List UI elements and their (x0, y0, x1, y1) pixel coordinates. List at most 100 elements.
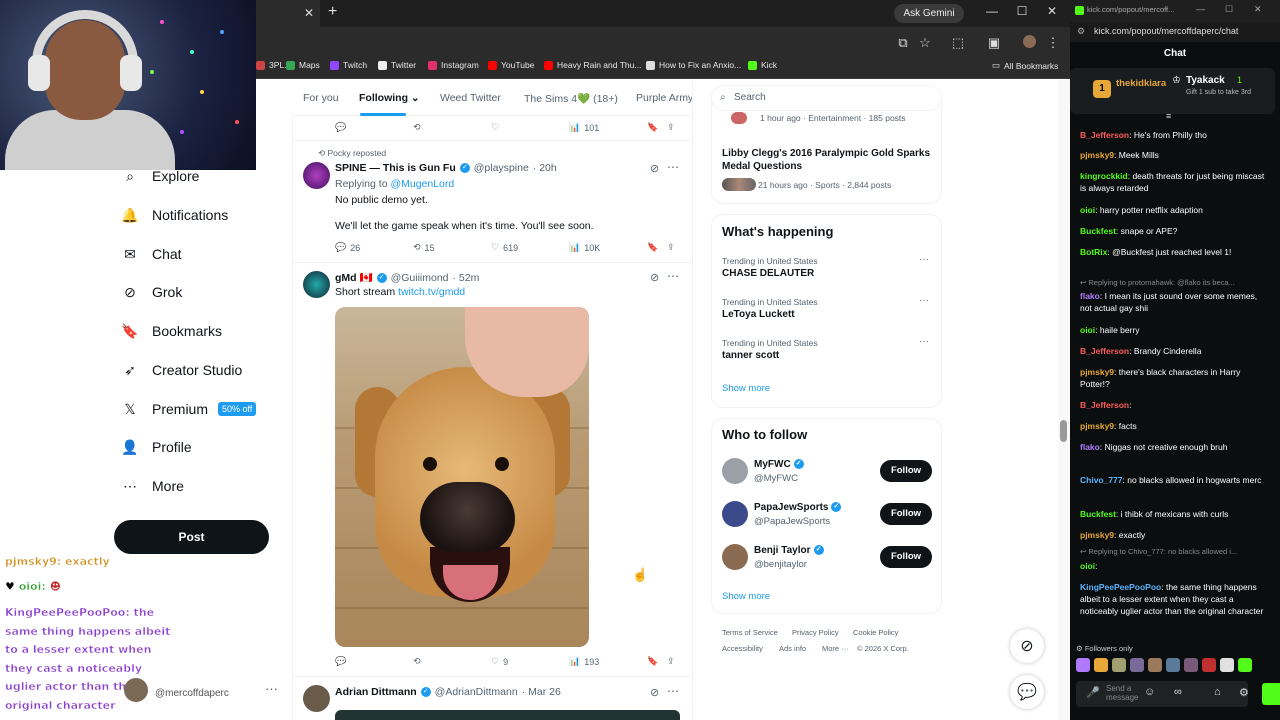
grok-icon[interactable]: ⊘ (650, 162, 659, 175)
ask-gemini-button[interactable]: Ask Gemini (894, 4, 964, 23)
chat-username[interactable]: pjmsky9 (1080, 421, 1114, 431)
nav-item-more[interactable]: ⋯ More (122, 478, 184, 495)
account-menu-icon[interactable]: ··· (265, 681, 278, 696)
repost-button[interactable]: ⟲ (413, 656, 421, 667)
reply-button[interactable]: 💬 (335, 656, 346, 667)
bookmark-item[interactable]: Twitter (378, 60, 416, 70)
tweet-author-name[interactable]: gMd 🇨🇦 (335, 271, 373, 284)
follow-handle[interactable]: @PapaJewSports (754, 516, 830, 527)
tweet-time[interactable]: · Mar 26 (522, 686, 561, 698)
bookmark-item[interactable]: YouTube (488, 60, 534, 70)
chat-username[interactable]: oioi (1080, 325, 1095, 335)
tweet-media[interactable] (335, 710, 680, 720)
chat-username[interactable]: Chivo_777 (1080, 475, 1123, 485)
trend-name[interactable]: LeToya Luckett (722, 309, 795, 320)
tab-weed-twitter[interactable]: Weed Twitter (440, 92, 501, 104)
tab-for-you[interactable]: For you (303, 92, 339, 104)
gift-sub-prompt[interactable]: Gift 1 sub to take 3rd (1186, 89, 1258, 97)
like-button[interactable]: ♡ 9 (491, 656, 508, 667)
grok-icon[interactable]: ⊘ (650, 271, 659, 284)
kick-close-icon[interactable]: ✕ (1254, 4, 1262, 15)
nav-item-chat[interactable]: ✉ Chat (122, 246, 181, 263)
microphone-icon[interactable]: 🎤 (1086, 686, 1100, 699)
page-scrollbar[interactable] (1058, 80, 1070, 720)
tweet-avatar[interactable] (303, 685, 330, 712)
nav-item-creator-studio[interactable]: ➶ Creator Studio (122, 362, 242, 379)
grok-float-button[interactable]: ⊘ (1010, 629, 1044, 663)
minimize-icon[interactable]: — (982, 4, 1002, 18)
tweet-author-handle[interactable]: @Guiiimond (391, 272, 449, 284)
nav-item-grok[interactable]: ⊘ Grok (122, 284, 182, 301)
follow-button[interactable]: Follow (880, 503, 932, 525)
trend-name[interactable]: CHASE DELAUTER (722, 268, 814, 279)
footer-link[interactable]: Accessibility (722, 644, 763, 653)
sidepanel-icon[interactable]: ▣ (986, 35, 1002, 51)
scrollbar-thumb[interactable] (1060, 420, 1067, 442)
footer-link[interactable]: © 2026 X Corp. (857, 644, 909, 653)
site-settings-icon[interactable]: ⚙ (1077, 26, 1085, 37)
news-title[interactable]: Libby Clegg's 2016 Paralympic Gold Spark… (722, 147, 937, 173)
tab-following[interactable]: Following ⌄ (359, 92, 420, 104)
views-stat[interactable]: 📊 101 (569, 122, 599, 133)
bookmark-item[interactable]: Kick (748, 60, 777, 70)
chat-username[interactable]: pjmsky9 (1080, 530, 1114, 540)
chat-username[interactable]: oioi (1080, 561, 1095, 571)
close-window-icon[interactable]: ✕ (1042, 4, 1062, 18)
chat-username[interactable]: Buckfest (1080, 509, 1116, 519)
chat-username[interactable]: pjmsky9 (1080, 150, 1114, 160)
share-icon[interactable]: ⇪ (667, 122, 675, 133)
follow-avatar[interactable] (722, 501, 748, 527)
kick-minimize-icon[interactable]: — (1196, 4, 1205, 14)
follow-name[interactable]: Benji Taylor ✓ (754, 545, 824, 556)
all-bookmarks[interactable]: ▭ All Bookmarks (992, 60, 1058, 71)
kick-tab-url[interactable]: kick.com/popout/mercoff... (1087, 5, 1174, 14)
footer-link[interactable]: Privacy Policy (792, 628, 839, 637)
bookmark-item[interactable]: Maps (286, 60, 320, 70)
chat-float-button[interactable]: 💬 (1010, 675, 1044, 709)
extensions-icon[interactable]: ⬚ (950, 35, 966, 51)
bookmark-item[interactable]: Twitch (330, 60, 367, 70)
follow-avatar[interactable] (722, 544, 748, 570)
repost-button[interactable]: ⟲ 15 (413, 242, 435, 253)
tab-the-sims[interactable]: The Sims 4💚 (18+) (524, 92, 618, 105)
tab-purple-army[interactable]: Purple Army (636, 92, 692, 104)
star-icon[interactable]: ☆ (917, 35, 933, 51)
nav-item-explore[interactable]: ⌕ Explore (122, 168, 199, 185)
kick-address[interactable]: kick.com/popout/mercoffdaperc/chat (1094, 26, 1238, 36)
grok-icon[interactable]: ⊘ (650, 686, 659, 699)
footer-link[interactable]: Ads info (779, 644, 806, 653)
footer-link[interactable]: Terms of Service (722, 628, 778, 637)
account-avatar[interactable] (124, 678, 148, 702)
follow-button[interactable]: Follow (880, 546, 932, 568)
tweet-more-icon[interactable]: ⋯ (667, 684, 679, 698)
bookmark-icon[interactable]: 🔖 (647, 656, 658, 667)
reply-mention-link[interactable]: @MugenLord (390, 178, 454, 190)
expand-pinned-icon[interactable]: ≡ (1166, 111, 1171, 121)
follow-name[interactable]: PapaJewSports ✓ (754, 502, 842, 513)
post-button[interactable]: Post (114, 520, 269, 554)
trend-name[interactable]: tanner scott (722, 350, 779, 361)
chat-username[interactable]: BotRix (1080, 247, 1107, 257)
trends-show-more[interactable]: Show more (722, 383, 770, 394)
tweet-author-name[interactable]: SPINE — This is Gun Fu (335, 162, 456, 174)
profile-avatar-icon[interactable] (1023, 35, 1036, 48)
tweet-more-icon[interactable]: ⋯ (667, 160, 679, 174)
chat-username[interactable]: KingPeePeePooPoo (1080, 582, 1161, 592)
tweet-time[interactable]: · 20h (533, 162, 557, 174)
chat-username[interactable]: kingrockkid (1080, 171, 1128, 181)
new-tab-button[interactable]: + (328, 3, 337, 21)
maximize-icon[interactable]: ☐ (1012, 4, 1032, 18)
tweet-photo-dog[interactable] (335, 307, 589, 647)
account-handle[interactable]: @mercoffdaperc (155, 688, 229, 699)
tweet-avatar[interactable] (303, 271, 330, 298)
follow-show-more[interactable]: Show more (722, 591, 770, 602)
follow-handle[interactable]: @benjitaylor (754, 559, 807, 570)
trend-more-icon[interactable]: ··· (919, 254, 929, 265)
share-icon[interactable]: ⇪ (667, 242, 675, 253)
tweet-author-name[interactable]: Adrian Dittmann (335, 686, 417, 698)
bookmark-item[interactable]: Heavy Rain and Thu... (544, 60, 641, 70)
repost-icon[interactable]: ⟲ (413, 122, 421, 133)
follow-name[interactable]: MyFWC ✓ (754, 459, 804, 470)
footer-link[interactable]: More ··· (822, 644, 849, 653)
infinity-icon[interactable]: ∞ (1174, 686, 1182, 698)
